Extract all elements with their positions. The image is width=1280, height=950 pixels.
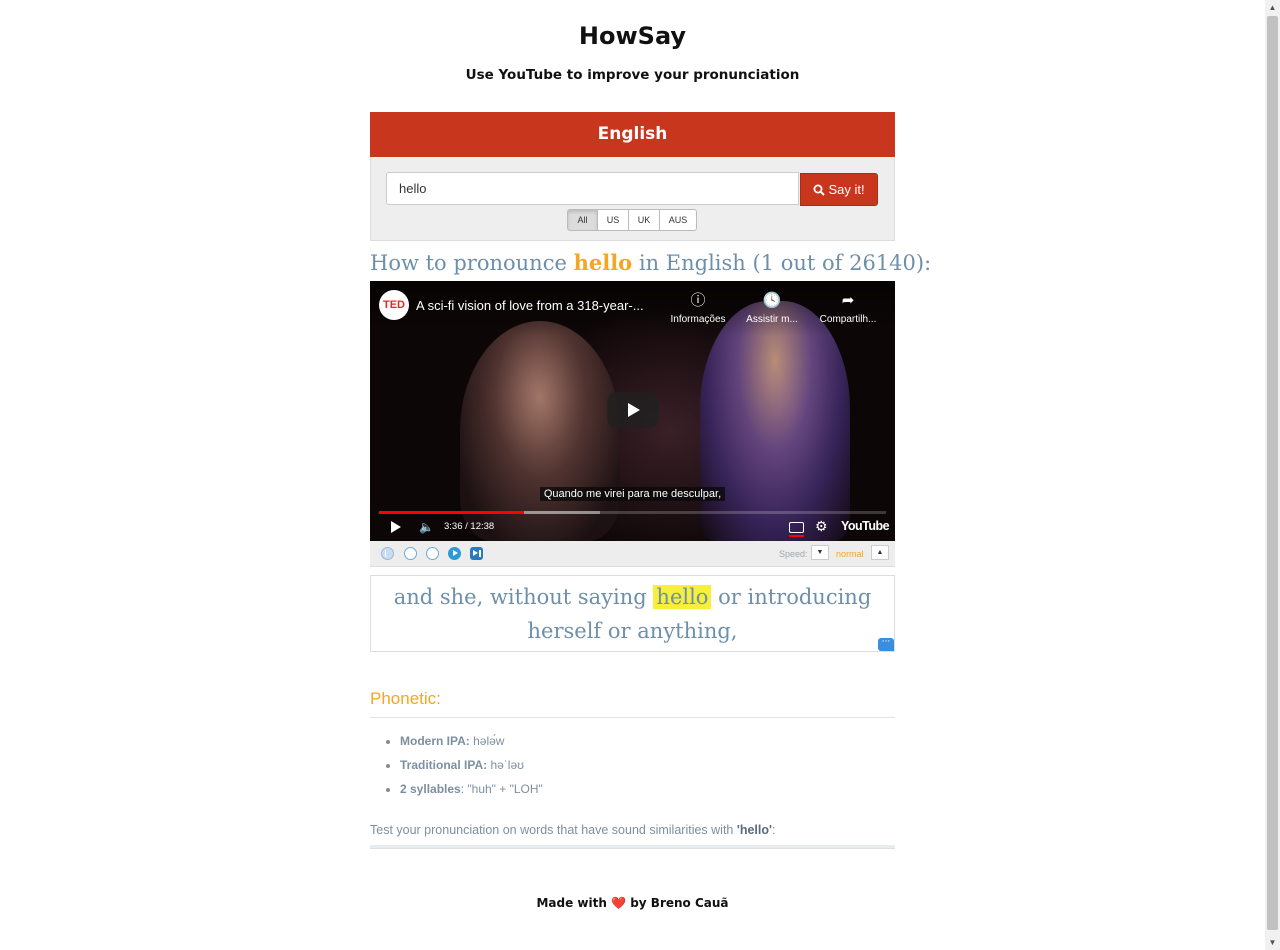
rewind-icon[interactable] bbox=[404, 547, 417, 560]
big-play-button[interactable] bbox=[607, 392, 659, 428]
footer-after: by Breno Cauã bbox=[630, 896, 729, 910]
similar-end: : bbox=[772, 823, 776, 837]
search-panel: Say it! All US UK AUS bbox=[370, 157, 895, 241]
syllables-key: 2 syllables bbox=[400, 782, 461, 796]
heading-prefix: How to pronounce bbox=[370, 251, 567, 275]
similar-word: 'hello' bbox=[736, 823, 772, 837]
result-heading: How to pronounce hello in English (1 out… bbox=[370, 250, 931, 275]
share-icon: ➦ bbox=[841, 292, 855, 309]
video-caption: Quando me virei para me desculpar, bbox=[370, 484, 895, 502]
video-title[interactable]: A sci-fi vision of love from a 318-year-… bbox=[416, 298, 666, 313]
similar-text: Test your pronunciation on words that ha… bbox=[370, 823, 734, 837]
search-icon bbox=[813, 184, 826, 196]
similar-words-heading: Test your pronunciation on words that ha… bbox=[370, 823, 775, 837]
list-item: Traditional IPA: həˈləʊ bbox=[400, 758, 543, 774]
speed-label: Speed: bbox=[779, 549, 808, 559]
channel-logo[interactable]: TED bbox=[379, 290, 409, 320]
video-time: 3:36 / 12:38 bbox=[444, 521, 495, 532]
modern-ipa-value: həlә́w bbox=[469, 734, 505, 748]
phonetic-divider bbox=[370, 717, 895, 718]
accent-us-button[interactable]: US bbox=[597, 209, 629, 231]
language-bar: English bbox=[370, 112, 895, 157]
accent-aus-button[interactable]: AUS bbox=[659, 209, 697, 231]
play-icon[interactable] bbox=[391, 521, 401, 533]
footer: Made with ❤️ by Breno Cauã bbox=[0, 896, 1265, 910]
youtube-video-player[interactable]: TED A sci-fi vision of love from a 318-y… bbox=[370, 281, 895, 541]
share-label: Compartilh... bbox=[819, 314, 877, 325]
scroll-up-arrow-icon[interactable]: ▲ bbox=[1265, 0, 1280, 15]
youtube-logo[interactable]: YouTube bbox=[841, 519, 890, 533]
speed-decrease-button[interactable]: ▼ bbox=[811, 545, 829, 560]
sentence-before: and she, without saying bbox=[393, 585, 647, 609]
say-it-label: Say it! bbox=[828, 182, 865, 197]
heading-word: hello bbox=[573, 250, 633, 275]
footer-before: Made with bbox=[536, 896, 607, 910]
speed-value: normal bbox=[836, 549, 864, 559]
watch-later-label: Assistir m... bbox=[746, 314, 798, 325]
accent-filter-group: All US UK AUS bbox=[567, 209, 697, 231]
page-scrollbar[interactable]: ▲ ▼ bbox=[1265, 0, 1280, 950]
search-input[interactable] bbox=[386, 172, 799, 205]
info-icon: ⓘ bbox=[690, 292, 706, 309]
watch-later-button[interactable]: 🕓 Assistir m... bbox=[737, 291, 807, 325]
traditional-ipa-key: Traditional IPA: bbox=[400, 758, 488, 772]
traditional-ipa-value: həˈləʊ bbox=[487, 758, 524, 772]
video-thumbnail-person bbox=[460, 321, 620, 541]
heart-icon: ❤️ bbox=[611, 896, 627, 910]
say-it-button[interactable]: Say it! bbox=[800, 173, 878, 206]
speed-increase-button[interactable]: ▲ bbox=[871, 545, 889, 560]
video-info-button[interactable]: ⓘ Informações bbox=[663, 291, 733, 325]
phonetic-title: Phonetic: bbox=[370, 689, 441, 708]
replay-icon[interactable] bbox=[426, 547, 439, 560]
volume-icon[interactable]: 🔈 bbox=[419, 520, 434, 534]
site-title: HowSay bbox=[578, 22, 687, 50]
subtitle-sentence: and she, without saying hello or introdu… bbox=[370, 575, 895, 652]
play-clip-icon[interactable] bbox=[448, 547, 461, 560]
subtitles-active-indicator bbox=[789, 535, 804, 537]
site-subtitle: Use YouTube to improve your pronunciatio… bbox=[465, 67, 800, 83]
video-progress-bar[interactable] bbox=[379, 511, 886, 514]
subtitles-icon[interactable] bbox=[789, 522, 804, 533]
list-item: Modern IPA: həlә́w bbox=[400, 734, 543, 750]
video-info-label: Informações bbox=[670, 314, 726, 325]
chat-bubble-icon[interactable]: ··· bbox=[878, 638, 894, 651]
modern-ipa-key: Modern IPA: bbox=[400, 734, 470, 748]
phonetic-list: Modern IPA: həlә́w Traditional IPA: həˈl… bbox=[385, 734, 543, 806]
video-thumbnail-performer bbox=[700, 301, 850, 541]
share-button[interactable]: ➦ Compartilh... bbox=[813, 291, 883, 325]
clock-icon: 🕓 bbox=[762, 292, 782, 309]
progress-played bbox=[379, 511, 524, 514]
previous-video-icon[interactable] bbox=[381, 547, 394, 560]
scroll-down-arrow-icon[interactable]: ▼ bbox=[1265, 935, 1280, 950]
sentence-highlight: hello bbox=[653, 585, 712, 609]
list-item: 2 syllables: "huh" + "LOH" bbox=[400, 782, 543, 798]
similar-words-divider bbox=[370, 845, 895, 849]
accent-uk-button[interactable]: UK bbox=[628, 209, 660, 231]
heading-suffix: in English (1 out of 26140): bbox=[638, 251, 932, 275]
accent-all-button[interactable]: All bbox=[567, 209, 598, 231]
next-video-icon[interactable] bbox=[470, 547, 483, 560]
scrollbar-thumb[interactable] bbox=[1267, 16, 1278, 930]
caption-text: Quando me virei para me desculpar, bbox=[539, 487, 726, 501]
player-controls-bar: Speed: ▼ normal ▲ bbox=[370, 541, 895, 567]
syllables-value: : "huh" + "LOH" bbox=[460, 782, 543, 796]
settings-gear-icon[interactable]: ⚙ bbox=[815, 518, 828, 535]
